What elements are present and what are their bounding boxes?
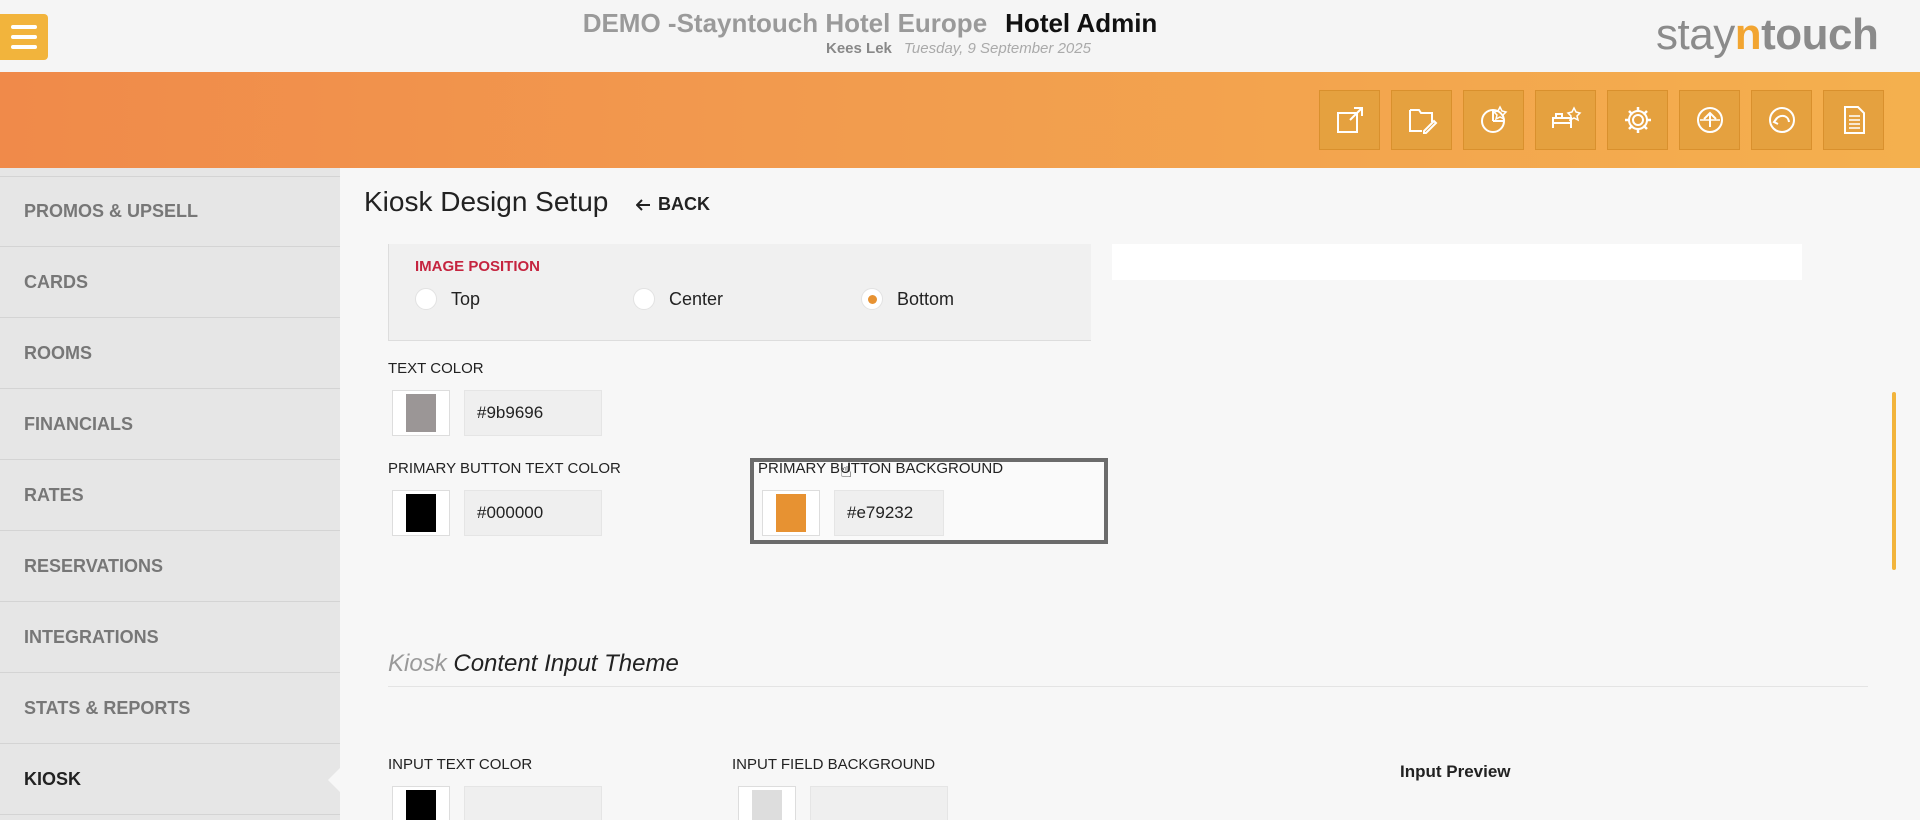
primary-button-background-swatch[interactable] — [762, 490, 820, 536]
dashboard-chart-icon — [1480, 105, 1507, 133]
gear-icon — [1624, 107, 1651, 133]
hand-cursor-icon: ☝ — [840, 458, 853, 482]
sidebar-item-kiosk[interactable]: KIOSK — [0, 744, 340, 815]
user-name: Kees Lek — [826, 40, 892, 57]
text-color-input[interactable]: #9b9696 — [464, 390, 602, 436]
upload-button[interactable] — [1679, 90, 1740, 150]
sidebar-item-label: FINANCIALS — [24, 413, 133, 434]
preview-panel — [1112, 244, 1802, 280]
brand-touch: touch — [1761, 10, 1879, 59]
sidebar-item-label: PROMOS & UPSELL — [24, 201, 199, 221]
admin-label: Hotel Admin — [1005, 8, 1158, 38]
heading-title: Content Input Theme — [453, 650, 679, 677]
page-title: Kiosk Design Setup — [364, 186, 609, 217]
brand-stay: stay — [1656, 10, 1735, 59]
color-chip — [406, 790, 436, 820]
hotel-name: DEMO -Stayntouch Hotel Europe — [582, 8, 988, 38]
sidebar-item-stats-reports[interactable]: STATS & REPORTS — [0, 673, 340, 744]
radio-circle-selected[interactable] — [861, 288, 883, 310]
brand-n: n — [1734, 10, 1762, 59]
input-field-background-input[interactable] — [810, 786, 948, 820]
heading-prefix: Kiosk — [388, 650, 447, 677]
image-position-label: IMAGE POSITION — [415, 258, 541, 275]
radio-label: Top — [451, 288, 481, 309]
sidebar-item-label: KIOSK — [24, 768, 82, 789]
admin-toolbar — [1319, 90, 1884, 150]
back-label: BACK — [658, 194, 710, 214]
radio-top[interactable]: Top — [415, 288, 480, 310]
primary-button-text-color-input[interactable]: #000000 — [464, 490, 602, 536]
radio-bottom[interactable]: Bottom — [861, 288, 954, 310]
radio-center[interactable]: Center — [633, 288, 723, 310]
housekeeping-button[interactable] — [1535, 90, 1596, 150]
edit-document-icon — [1408, 109, 1437, 134]
sidebar-item-rates[interactable]: RATES — [0, 460, 340, 531]
main-content: Kiosk Design Setup BACK IMAGE POSITION T… — [340, 168, 1920, 820]
undo-button[interactable] — [1751, 90, 1812, 150]
color-chip — [776, 494, 806, 532]
input-field-background-swatch[interactable] — [738, 786, 796, 820]
external-link-button[interactable] — [1319, 90, 1380, 150]
content-input-theme-heading: Kiosk Content Input Theme — [388, 650, 679, 678]
color-chip — [406, 394, 436, 432]
header-title: DEMO -Stayntouch Hotel Europe Hotel Admin — [0, 8, 1740, 39]
external-link-icon — [1336, 107, 1363, 133]
sidebar-item-label: INTEGRATIONS — [24, 626, 159, 647]
input-preview-label: Input Preview — [1400, 762, 1511, 781]
dashboard-button[interactable] — [1463, 90, 1524, 150]
top-bar: DEMO -Stayntouch Hotel Europe Hotel Admin… — [0, 0, 1920, 72]
edit-document-button[interactable] — [1391, 90, 1452, 150]
current-date: Tuesday, 9 September 2025 — [903, 40, 1091, 57]
undo-icon — [1768, 107, 1795, 133]
radio-label: Center — [669, 288, 724, 309]
sidebar-item-label: RESERVATIONS — [24, 555, 164, 576]
primary-button-text-color-label: PRIMARY BUTTON TEXT COLOR — [388, 460, 621, 477]
report-button[interactable] — [1823, 90, 1884, 150]
report-icon — [1843, 106, 1865, 134]
radio-circle[interactable] — [415, 288, 437, 310]
primary-button-text-color-swatch[interactable] — [392, 490, 450, 536]
menu-icon-bar — [11, 45, 37, 49]
text-color-label: TEXT COLOR — [388, 360, 484, 377]
sidebar-item-rooms[interactable]: ROOMS — [0, 318, 340, 389]
upload-icon — [1696, 107, 1723, 133]
scrollbar-thumb[interactable] — [1892, 392, 1896, 570]
input-text-color-input[interactable] — [464, 786, 602, 820]
sidebar-item-integrations[interactable]: INTEGRATIONS — [0, 602, 340, 673]
sidebar-item-cards[interactable]: CARDS — [0, 247, 340, 318]
radio-circle[interactable] — [633, 288, 655, 310]
housekeeping-icon — [1551, 106, 1581, 128]
input-text-color-label: INPUT TEXT COLOR — [388, 756, 533, 773]
primary-button-background-input[interactable]: #e79232 — [834, 490, 944, 536]
header-subline: Kees Lek Tuesday, 9 September 2025 — [826, 40, 1091, 57]
sidebar-item-label: STATS & REPORTS — [24, 697, 191, 718]
radio-label: Bottom — [897, 288, 955, 309]
back-arrow-icon — [636, 198, 650, 211]
section-divider — [388, 686, 1868, 687]
sidebar-item-reservations[interactable]: RESERVATIONS — [0, 531, 340, 602]
input-text-color-swatch[interactable] — [392, 786, 450, 820]
settings-button[interactable] — [1607, 90, 1668, 150]
sidebar-item-label: RATES — [24, 484, 84, 505]
text-color-swatch[interactable] — [392, 390, 450, 436]
back-button[interactable]: BACK — [636, 194, 710, 215]
primary-button-background-label: PRIMARY BUTTON BACKGROUND — [758, 460, 1004, 477]
color-chip — [752, 790, 782, 820]
brand-logo: stayntouch — [1656, 10, 1879, 60]
sidebar-item-financials[interactable]: FINANCIALS — [0, 389, 340, 460]
input-field-background-label: INPUT FIELD BACKGROUND — [732, 756, 936, 773]
sidebar-item-promos-upsell[interactable]: PROMOS & UPSELL — [0, 176, 340, 247]
sidebar-item-label: CARDS — [24, 271, 89, 292]
image-position-panel: IMAGE POSITION Top Center Bottom — [388, 244, 1091, 341]
sidebar-item-label: ROOMS — [24, 342, 93, 363]
sidebar: PROMOS & UPSELL CARDS ROOMS FINANCIALS R… — [0, 168, 340, 820]
color-chip — [406, 494, 436, 532]
